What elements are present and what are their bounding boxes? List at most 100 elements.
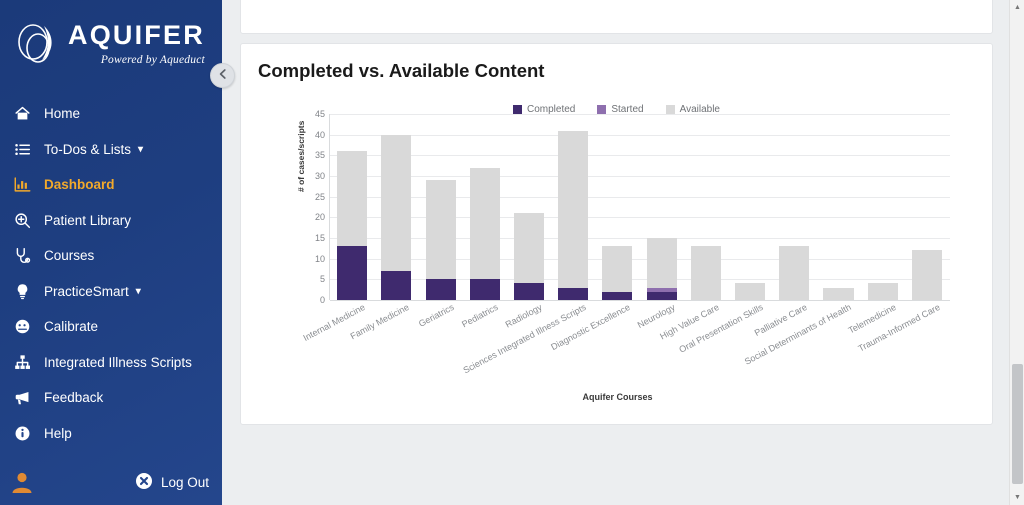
bar-segment-available[interactable]	[646, 238, 677, 288]
home-icon	[14, 104, 40, 124]
bar-segment-available[interactable]	[381, 134, 412, 272]
sidebar-item-to-dos-lists[interactable]: To-Dos & Lists ▾	[0, 132, 222, 168]
y-tick-label: 20	[314, 212, 325, 223]
gauge-icon	[14, 317, 40, 337]
stacked-bar[interactable]	[823, 287, 854, 300]
brand-tagline: Powered by Aqueduct	[100, 54, 205, 66]
bar-segment-available[interactable]	[911, 250, 942, 300]
bar-segment-completed[interactable]	[337, 246, 368, 300]
sidebar-collapse-button[interactable]	[210, 63, 235, 88]
sidebar-item-feedback[interactable]: Feedback	[0, 380, 222, 416]
bar-slot	[905, 114, 949, 300]
bar-slot	[507, 114, 551, 300]
bar-slot	[374, 114, 418, 300]
x-tick-label: Geriatrics	[416, 302, 456, 329]
list-icon	[14, 139, 40, 159]
bar-slot	[684, 114, 728, 300]
sidebar-item-home[interactable]: Home	[0, 96, 222, 132]
bar-segment-available[interactable]	[779, 246, 810, 300]
user-avatar-icon[interactable]	[11, 471, 33, 493]
stacked-bar[interactable]	[779, 246, 810, 300]
sidebar-item-patient-library[interactable]: Patient Library	[0, 203, 222, 239]
stacked-bar[interactable]	[469, 167, 500, 300]
bar-segment-available[interactable]	[513, 213, 545, 284]
logout-label: Log Out	[160, 474, 209, 490]
sidebar-item-label: Feedback	[44, 390, 104, 406]
bar-segment-completed[interactable]	[558, 287, 589, 300]
megaphone-icon	[14, 388, 40, 408]
stacked-bar[interactable]	[911, 250, 942, 300]
chevron-down-icon[interactable]: ▾	[138, 144, 143, 155]
chevron-left-icon	[217, 67, 229, 85]
sidebar-item-label: Home	[44, 106, 81, 122]
stacked-bar[interactable]	[337, 151, 368, 300]
sidebar-item-label: Calibrate	[44, 319, 99, 335]
bar-slot	[861, 114, 905, 300]
stacked-bar[interactable]	[381, 134, 412, 300]
chevron-down-icon[interactable]: ▾	[136, 286, 141, 297]
stacked-bar[interactable]	[646, 238, 677, 300]
sidebar-item-help[interactable]: Help	[0, 416, 222, 452]
y-tick-label: 30	[314, 171, 325, 181]
scrollbar-thumb[interactable]	[1012, 364, 1023, 484]
bar-segment-completed[interactable]	[381, 271, 412, 300]
y-tick-label: 45	[314, 109, 325, 119]
sidebar-item-label: Integrated Illness Scripts	[44, 354, 192, 370]
stacked-bar[interactable]	[602, 246, 633, 300]
y-tick-label: 10	[314, 253, 325, 264]
info-circle-icon	[14, 423, 40, 443]
x-tick-label: Pediatrics	[459, 302, 500, 330]
stacked-bar[interactable]	[690, 246, 721, 300]
bar-segment-available[interactable]	[735, 283, 766, 300]
sidebar-item-label: Dashboard	[44, 177, 115, 193]
sidebar-item-courses[interactable]: Courses	[0, 238, 222, 274]
bar-slot	[640, 114, 684, 300]
dashboard-page: AQUIFER Powered by Aqueduct Home To-Dos &…	[0, 0, 1024, 505]
bar-segment-available[interactable]	[823, 287, 854, 300]
sidebar-item-label: Help	[44, 425, 72, 441]
sidebar-item-practicesmart[interactable]: PracticeSmart ▾	[0, 274, 222, 310]
y-tick-label: 40	[314, 129, 325, 140]
chart-plot-area: # of cases/scripts 0 5 10 15 20 25 30 35 40 45 In…	[241, 44, 994, 426]
sidebar-item-dashboard[interactable]: Dashboard	[0, 167, 222, 203]
y-axis-ticks: 0 5 10 15 20 25 30 35 40 45	[301, 109, 325, 305]
bar-segment-available[interactable]	[558, 130, 589, 288]
x-axis-ticks: Internal Medicine Family Medicine Geriatri…	[302, 302, 949, 392]
bar-segment-available[interactable]	[690, 246, 721, 300]
stacked-bar[interactable]	[425, 180, 456, 300]
bar-segment-available[interactable]	[602, 246, 633, 292]
stethoscope-icon	[14, 246, 40, 266]
y-tick-label: 5	[319, 274, 325, 285]
sidebar-item-integrated-illness-scripts[interactable]: Integrated Illness Scripts	[0, 345, 222, 381]
page-scrollbar[interactable]: ▲ ▼	[1009, 0, 1024, 505]
y-tick-label: 25	[314, 191, 325, 202]
sidebar-item-label: PracticeSmart	[44, 283, 129, 299]
bar-segment-completed[interactable]	[602, 291, 633, 300]
sidebar-item-label: Patient Library	[44, 212, 132, 228]
logout-button[interactable]: Log Out	[135, 472, 209, 492]
stacked-bar[interactable]	[513, 213, 545, 300]
gridline	[330, 300, 950, 301]
stacked-bar[interactable]	[735, 283, 766, 300]
stacked-bar[interactable]	[558, 130, 589, 300]
search-plus-icon	[14, 210, 40, 230]
bar-segment-available[interactable]	[867, 283, 898, 300]
scroll-down-arrow-icon[interactable]: ▼	[1010, 490, 1024, 505]
sitemap-icon	[14, 352, 40, 372]
bar-segment-available[interactable]	[425, 180, 456, 280]
brand-logo[interactable]: AQUIFER Powered by Aqueduct	[0, 0, 222, 70]
bar-segment-available[interactable]	[337, 151, 368, 247]
stacked-bar[interactable]	[867, 283, 898, 300]
y-tick-label: 15	[314, 233, 325, 243]
bar-segment-available[interactable]	[469, 167, 500, 280]
scroll-up-arrow-icon[interactable]: ▲	[1010, 0, 1024, 15]
bar-segment-completed[interactable]	[425, 279, 456, 300]
bar-chart-icon	[14, 175, 40, 195]
bar-segment-completed[interactable]	[646, 291, 677, 300]
sidebar-item-calibrate[interactable]: Calibrate	[0, 309, 222, 345]
bar-slot	[551, 114, 595, 300]
bar-segment-completed[interactable]	[469, 279, 500, 300]
bar-slot	[463, 114, 507, 300]
x-axis-label: Aquifer Courses	[582, 392, 653, 402]
bar-segment-completed[interactable]	[513, 283, 545, 300]
